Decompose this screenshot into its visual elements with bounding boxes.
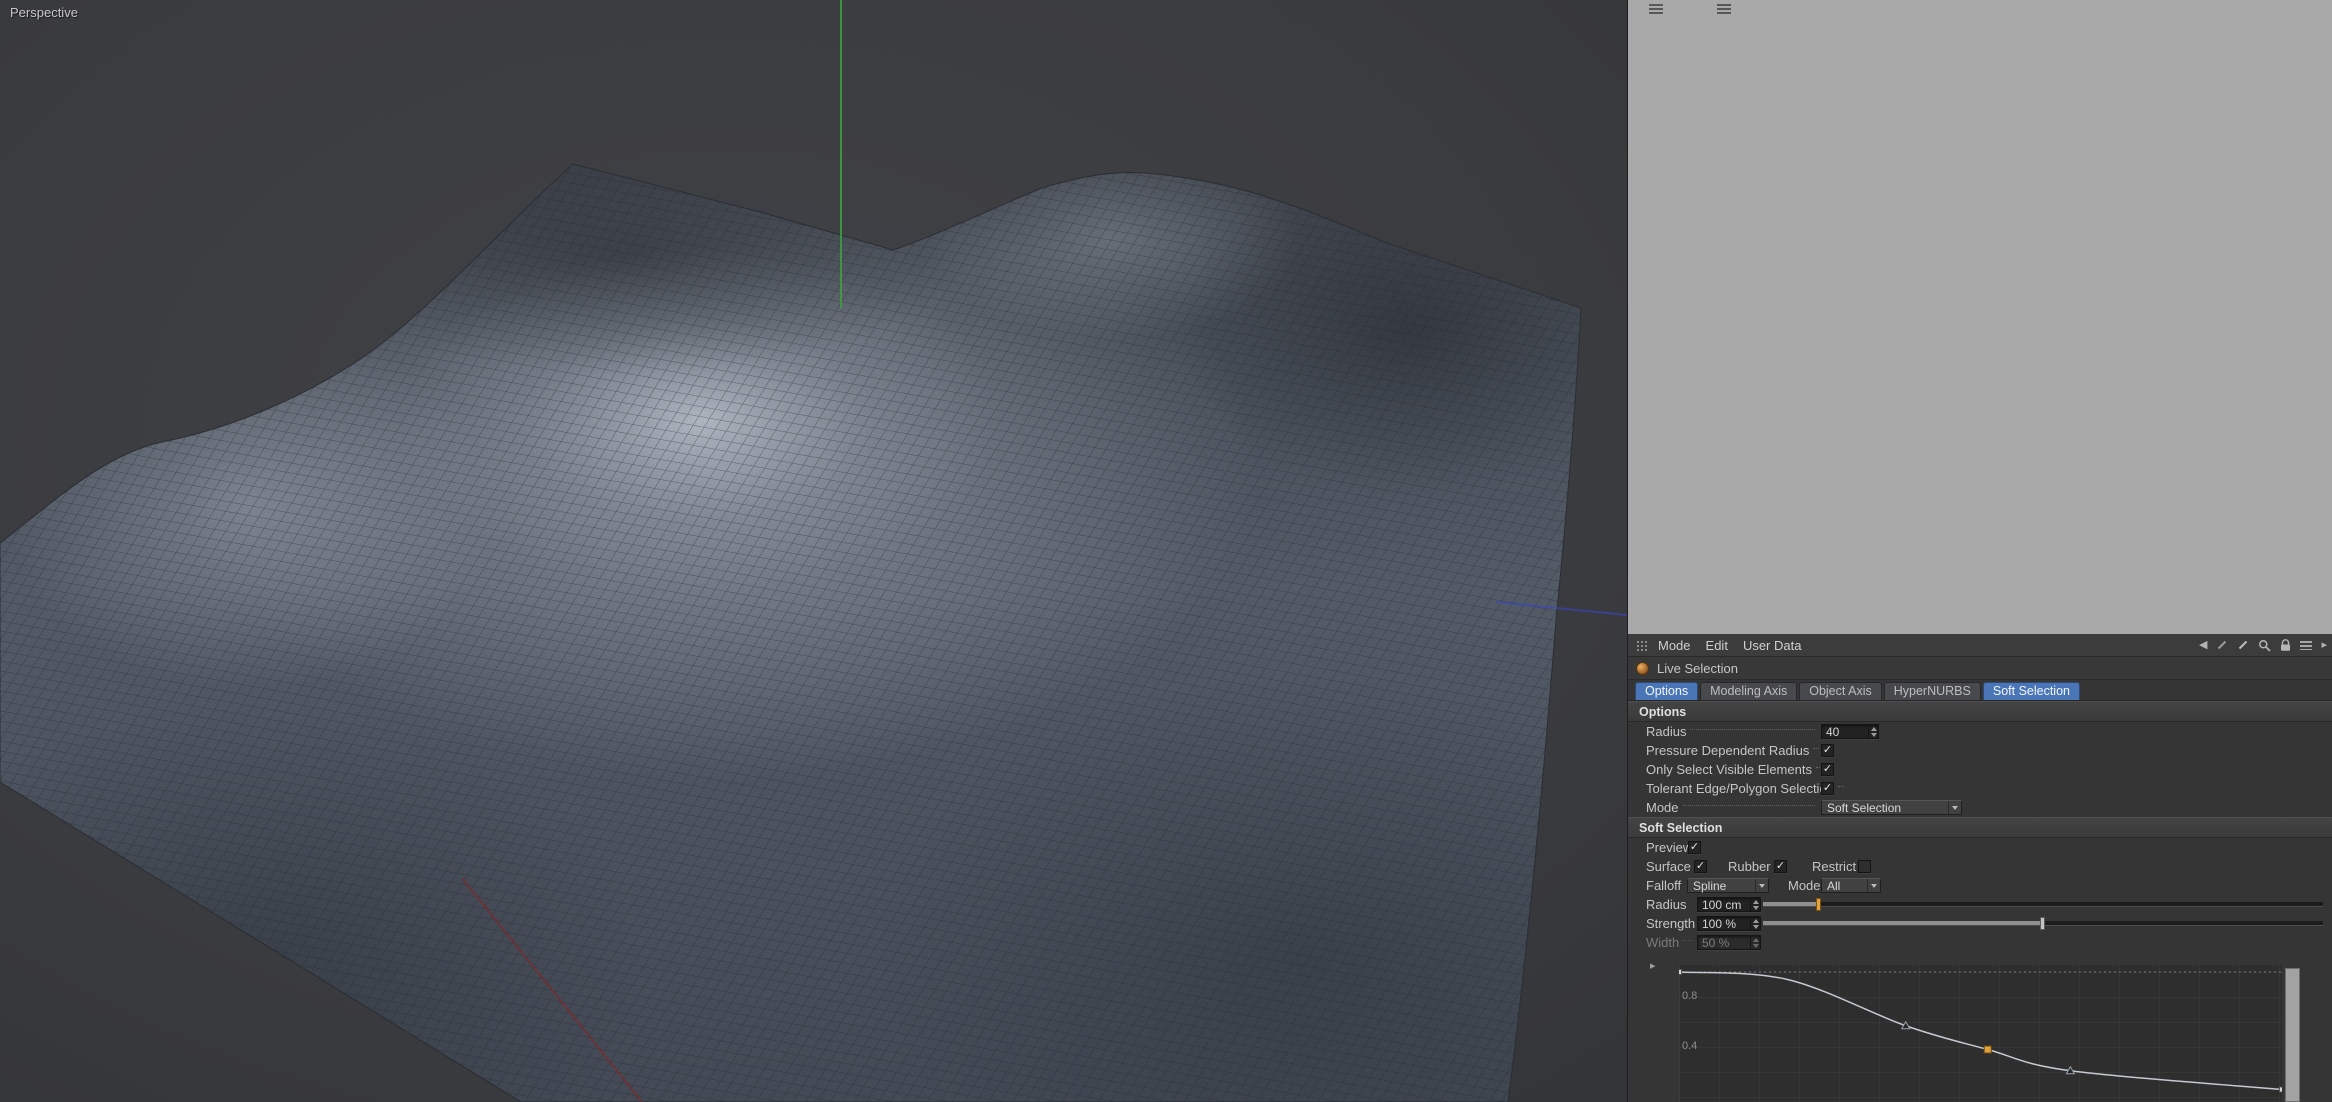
tolerant-label: Tolerant Edge/Polygon Selection <box>1646 781 1834 796</box>
rubber-checkbox[interactable]: ✓ <box>1774 860 1787 873</box>
soft-row-surface: Surface ✓ Rubber ✓ Restrict <box>1628 857 2332 876</box>
chevron-down-icon <box>1948 801 1961 814</box>
tab-object-axis[interactable]: Object Axis <box>1799 682 1882 700</box>
width-label: Width <box>1646 935 1679 950</box>
tab-soft-selection[interactable]: Soft Selection <box>1983 682 2080 700</box>
pressure-checkbox[interactable]: ✓ <box>1821 744 1834 757</box>
option-row-pressure: Pressure Dependent Radius ✓ <box>1628 741 2332 760</box>
width-field: 50 % <box>1697 935 1761 950</box>
menu-user-data[interactable]: User Data <box>1743 638 1802 653</box>
tab-options[interactable]: Options <box>1635 682 1698 700</box>
pressure-label: Pressure Dependent Radius <box>1646 743 1809 758</box>
option-row-radius: Radius 40 <box>1628 722 2332 741</box>
mode-dropdown[interactable]: Soft Selection <box>1821 800 1962 815</box>
panel-filter-icon[interactable] <box>1717 4 1731 14</box>
width-spinner <box>1750 936 1760 949</box>
curve-expander-icon[interactable]: ▸ <box>1650 959 1656 972</box>
visible-checkbox[interactable]: ✓ <box>1821 763 1834 776</box>
tolerant-checkbox[interactable]: ✓ <box>1821 782 1834 795</box>
soft-row-radius: Radius 100 cm <box>1628 895 2332 914</box>
surface-checkbox[interactable]: ✓ <box>1694 860 1707 873</box>
soft-mode-label: Mode <box>1788 878 1821 893</box>
history-back-icon[interactable]: ◀ <box>2199 640 2207 651</box>
strength-label: Strength <box>1646 916 1695 931</box>
radius-spinner[interactable] <box>1868 725 1878 738</box>
falloff-curve-graph[interactable]: 0.8 0.4 <box>1679 965 2282 1102</box>
viewport-3d[interactable]: Perspective <box>0 0 1627 1102</box>
soft-row-strength: Strength 100 % <box>1628 914 2332 933</box>
soft-row-falloff: Falloff Spline Mode All <box>1628 876 2332 895</box>
radius-field[interactable]: 40 <box>1821 724 1879 739</box>
falloff-label: Falloff <box>1646 878 1681 893</box>
curve-tick-04: 0.4 <box>1682 1040 1697 1052</box>
falloff-dropdown[interactable]: Spline <box>1687 878 1769 893</box>
chevron-down-icon <box>1867 879 1880 892</box>
live-selection-icon <box>1636 662 1649 675</box>
rubber-label: Rubber <box>1728 859 1771 874</box>
search-icon[interactable] <box>2258 639 2271 652</box>
tab-hypernurbs[interactable]: HyperNURBS <box>1884 682 1981 700</box>
expand-right-icon[interactable]: ▸ <box>2321 640 2327 651</box>
menu-mode[interactable]: Mode <box>1658 638 1691 653</box>
falloff-curve-area: ▸ 0.8 0.4 <box>1628 952 2332 1102</box>
group-header-options[interactable]: Options <box>1628 701 2332 722</box>
soft-row-width: Width 50 % <box>1628 933 2332 952</box>
option-row-visible: Only Select Visible Elements ✓ <box>1628 760 2332 779</box>
active-tool-label: Live Selection <box>1657 661 1738 676</box>
app-window: Perspective Mode Edit User Data ◀ <box>0 0 2332 1102</box>
menu-edit[interactable]: Edit <box>1706 638 1728 653</box>
attribute-menubar: Mode Edit User Data ◀ ▸ <box>1628 634 2332 657</box>
restrict-checkbox[interactable] <box>1858 860 1871 873</box>
surface-label: Surface <box>1646 859 1691 874</box>
slider-handle[interactable] <box>2040 917 2045 930</box>
radius-label: Radius <box>1646 724 1686 739</box>
objects-panel <box>1627 0 2332 634</box>
option-row-tolerant: Tolerant Edge/Polygon Selection ✓ <box>1628 779 2332 798</box>
soft-strength-slider[interactable] <box>1763 921 2323 926</box>
soft-radius-slider[interactable] <box>1763 902 2323 907</box>
curve-scrollbar[interactable] <box>2285 968 2300 1102</box>
active-tool-row: Live Selection <box>1628 657 2332 680</box>
slider-handle[interactable] <box>1816 898 1821 911</box>
restrict-label: Restrict <box>1812 859 1856 874</box>
panel-drag-handle-icon[interactable] <box>1636 640 1647 651</box>
chevron-down-icon <box>1755 879 1768 892</box>
preview-checkbox[interactable]: ✓ <box>1688 841 1701 854</box>
list-icon[interactable] <box>2300 641 2312 650</box>
terrain-mesh-canvas[interactable] <box>0 0 1627 1102</box>
attribute-tabs: Options Modeling Axis Object Axis HyperN… <box>1628 680 2332 701</box>
curve-tick-08: 0.8 <box>1682 990 1697 1002</box>
viewport-camera-label[interactable]: Perspective <box>10 5 78 20</box>
pen-icon[interactable] <box>2237 639 2249 651</box>
soft-radius-label: Radius <box>1646 897 1686 912</box>
soft-radius-spinner[interactable] <box>1750 898 1760 911</box>
mode-label: Mode <box>1646 800 1679 815</box>
attribute-manager: Mode Edit User Data ◀ ▸ Live Selection <box>1627 634 2332 1102</box>
pin-icon[interactable] <box>2216 639 2228 651</box>
preview-label: Preview <box>1646 840 1692 855</box>
tab-modeling-axis[interactable]: Modeling Axis <box>1700 682 1797 700</box>
lock-icon[interactable] <box>2280 639 2291 652</box>
option-row-mode: Mode Soft Selection <box>1628 798 2332 817</box>
soft-row-preview: Preview ✓ <box>1628 838 2332 857</box>
strength-field[interactable]: 100 % <box>1697 916 1761 931</box>
panel-menu-icon[interactable] <box>1649 4 1663 14</box>
visible-label: Only Select Visible Elements <box>1646 762 1812 777</box>
group-header-soft-selection[interactable]: Soft Selection <box>1628 817 2332 838</box>
soft-mode-dropdown[interactable]: All <box>1821 878 1881 893</box>
strength-spinner[interactable] <box>1750 917 1760 930</box>
soft-radius-field[interactable]: 100 cm <box>1697 897 1761 912</box>
